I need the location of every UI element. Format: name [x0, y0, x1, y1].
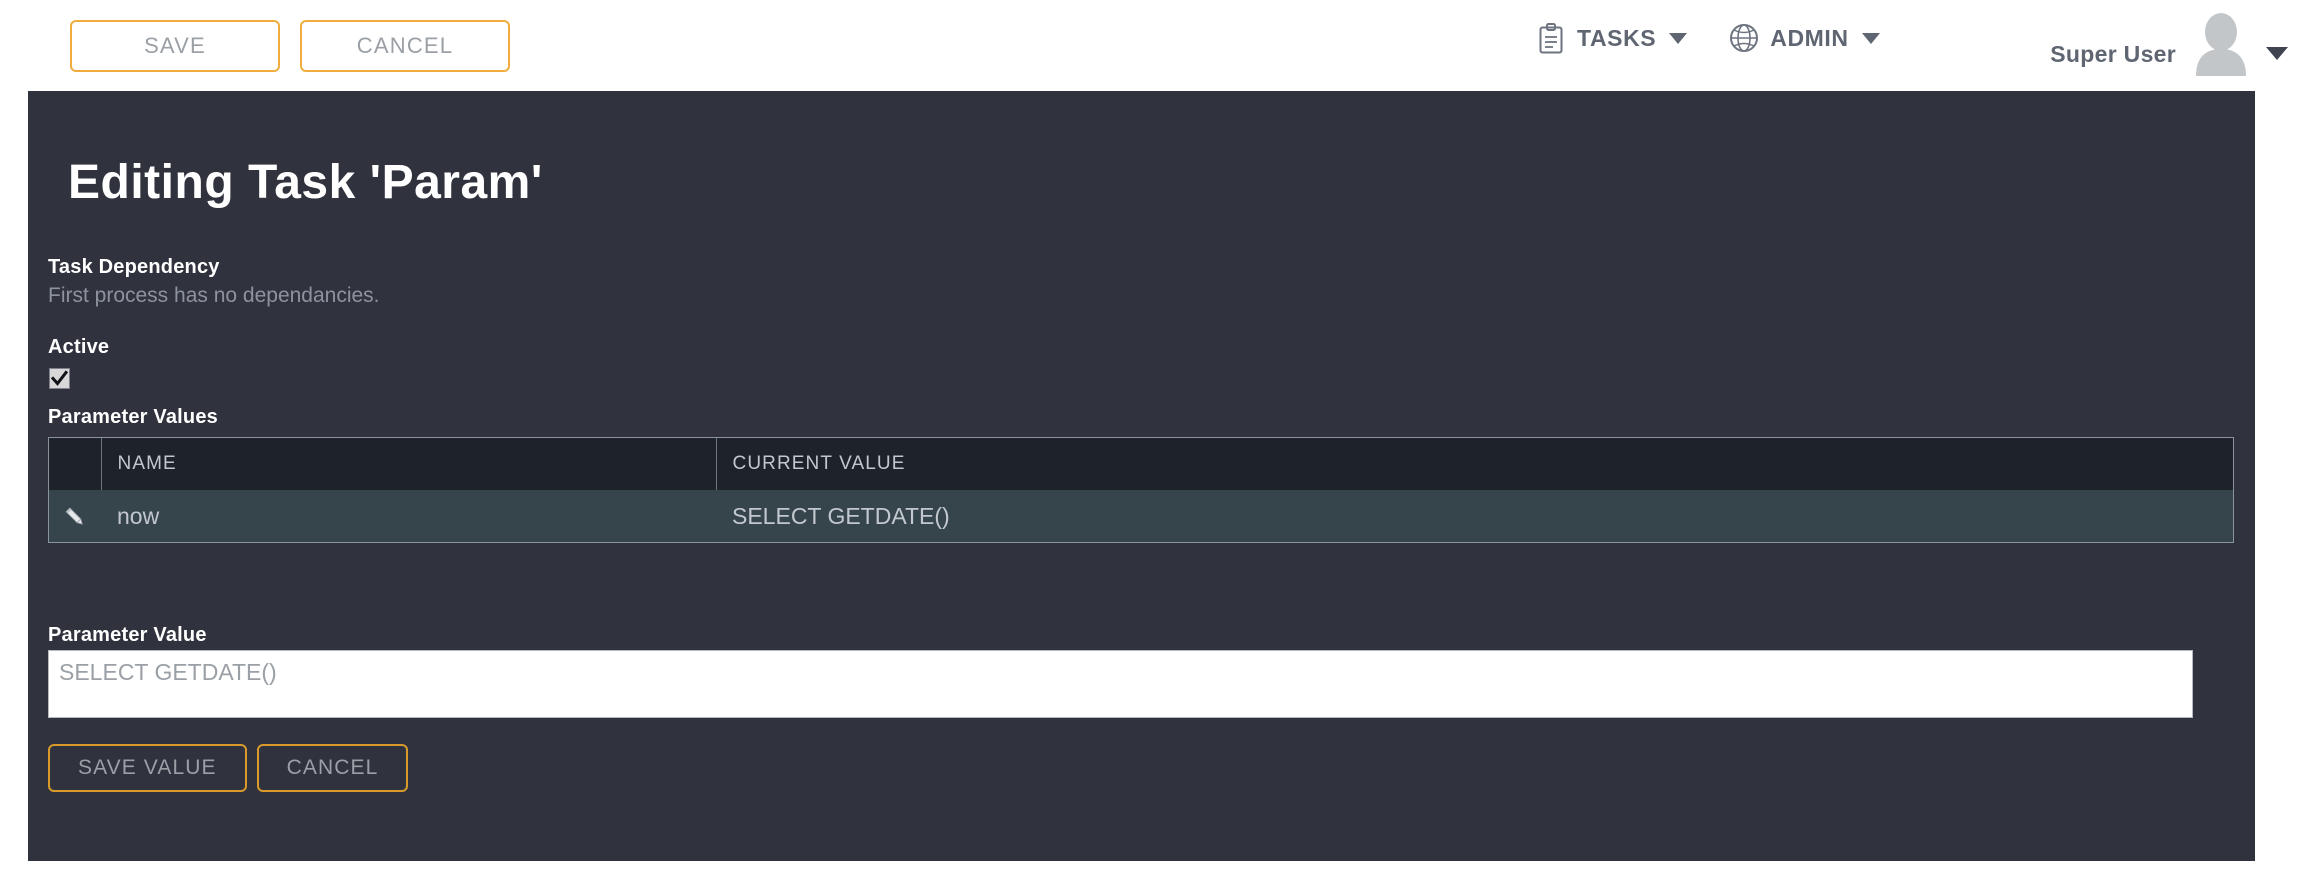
- cancel-value-button[interactable]: CANCEL: [256, 744, 409, 792]
- clipboard-icon: [1536, 22, 1566, 54]
- table-header-row: NAME CURRENT VALUE: [49, 438, 2233, 490]
- nav-item-tasks[interactable]: TASKS: [1536, 22, 1688, 54]
- active-checkbox[interactable]: [49, 368, 70, 389]
- chevron-down-icon: [1669, 32, 1688, 44]
- chevron-down-icon: [1861, 32, 1880, 44]
- task-dependency-note: First process has no dependancies.: [48, 284, 380, 307]
- edit-task-panel: Editing Task 'Param' Task Dependency Fir…: [28, 91, 2255, 861]
- task-dependency-label: Task Dependency: [48, 256, 220, 278]
- user-menu[interactable]: Super User: [2050, 10, 2288, 76]
- table-header-name: NAME: [101, 438, 717, 490]
- top-bar-nav: TASKS ADMIN: [1536, 22, 1880, 54]
- chevron-down-icon: [2266, 46, 2288, 60]
- nav-item-admin[interactable]: ADMIN: [1729, 22, 1880, 54]
- top-bar: SAVE CANCEL TASKS ADMIN Super User: [0, 0, 2316, 91]
- nav-item-admin-label: ADMIN: [1770, 24, 1849, 51]
- save-value-button[interactable]: SAVE VALUE: [48, 744, 247, 792]
- page-title: Editing Task 'Param': [68, 156, 543, 210]
- cancel-button[interactable]: CANCEL: [300, 20, 510, 72]
- parameter-value-input[interactable]: [48, 650, 2193, 718]
- table-row[interactable]: now SELECT GETDATE(): [49, 490, 2233, 542]
- user-name-label: Super User: [2050, 40, 2176, 67]
- save-button[interactable]: SAVE: [70, 20, 280, 72]
- parameter-value-label: Parameter Value: [48, 624, 207, 646]
- pencil-icon[interactable]: [62, 502, 88, 528]
- parameter-values-label: Parameter Values: [48, 406, 218, 428]
- row-current-value: SELECT GETDATE(): [732, 502, 950, 529]
- nav-item-tasks-label: TASKS: [1577, 24, 1657, 51]
- row-edit-cell[interactable]: [49, 490, 101, 542]
- table-header-current-value: CURRENT VALUE: [732, 453, 906, 474]
- active-label: Active: [48, 336, 110, 358]
- globe-icon: [1729, 22, 1759, 54]
- top-bar-actions: SAVE CANCEL: [70, 20, 510, 72]
- table-header-icon-column: [49, 438, 102, 490]
- row-name: now: [117, 502, 160, 529]
- parameter-values-table: NAME CURRENT VALUE now SELECT GETDATE(): [48, 437, 2234, 543]
- form-actions: SAVE VALUE CANCEL: [48, 744, 409, 792]
- avatar: [2192, 10, 2250, 76]
